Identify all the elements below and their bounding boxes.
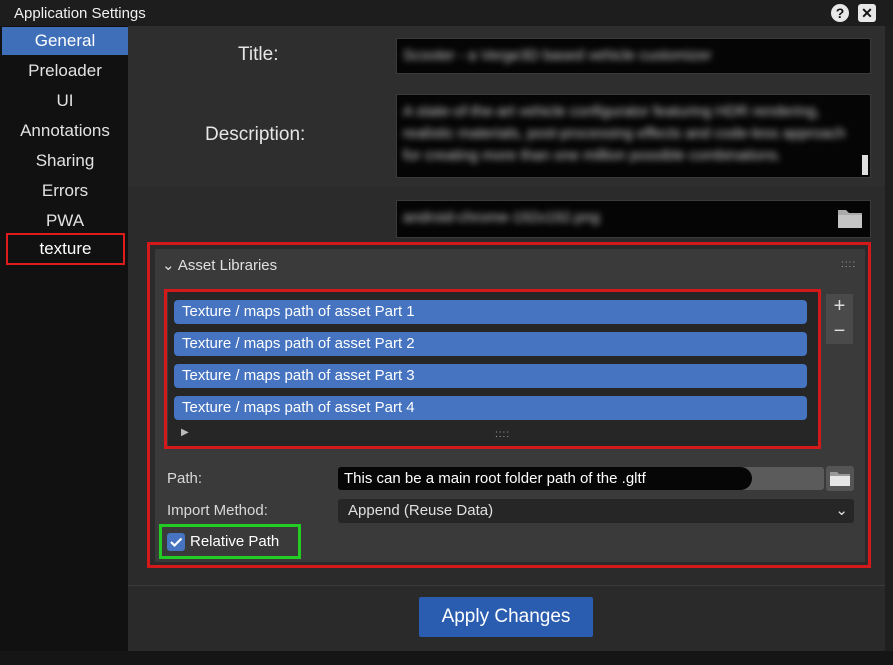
chevron-down-icon: ⌄ (835, 502, 848, 519)
sidebar-item-general[interactable]: General (2, 27, 128, 55)
window-edge (885, 26, 893, 651)
window-bottom-edge (0, 651, 893, 665)
apply-changes-button[interactable]: Apply Changes (419, 597, 593, 637)
path-label: Path: (167, 470, 203, 487)
icon-file-value: android-chrome-192x192.png (403, 209, 600, 226)
path-browse-button[interactable] (826, 466, 854, 491)
title-bar: Application Settings ? ✕ (0, 0, 893, 26)
folder-icon (830, 472, 850, 486)
sidebar-item-sharing[interactable]: Sharing (2, 147, 128, 175)
title-label: Title: (238, 44, 279, 65)
description-textarea[interactable]: A state-of-the-art vehicle configurator … (396, 94, 871, 178)
folder-icon[interactable] (837, 207, 863, 229)
import-method-select[interactable]: Append (Reuse Data) ⌄ (338, 499, 854, 523)
description-value: A state-of-the-art vehicle configurator … (403, 103, 846, 164)
title-value: Scooter - a Verge3D based vehicle custom… (403, 47, 712, 64)
sidebar-item-pwa[interactable]: PWA (2, 207, 128, 235)
path-input[interactable]: This can be a main root folder path of t… (338, 467, 752, 490)
icon-file-input[interactable]: android-chrome-192x192.png (396, 200, 871, 238)
import-method-value: Append (Reuse Data) (348, 502, 494, 519)
close-button[interactable]: ✕ (858, 4, 876, 22)
add-library-button[interactable]: + (826, 294, 853, 319)
remove-library-button[interactable]: − (826, 319, 853, 344)
panel-grip-icon[interactable]: :::: (841, 259, 856, 270)
import-method-label: Import Method: (167, 502, 268, 519)
help-button[interactable]: ? (831, 4, 849, 22)
asset-libraries-title: Asset Libraries (177, 257, 278, 274)
description-label: Description: (205, 124, 306, 145)
sidebar-item-preloader[interactable]: Preloader (2, 57, 128, 85)
sidebar-item-errors[interactable]: Errors (2, 177, 128, 205)
title-input[interactable]: Scooter - a Verge3D based vehicle custom… (396, 38, 871, 74)
sidebar-item-texture[interactable]: texture (6, 233, 125, 265)
asset-libraries-header[interactable]: ⌄ Asset Libraries (162, 256, 277, 274)
window-title: Application Settings (14, 5, 146, 22)
sidebar-item-annotations[interactable]: Annotations (2, 117, 128, 145)
highlight-box-relative-path (159, 524, 301, 559)
sidebar-item-ui[interactable]: UI (2, 87, 128, 115)
highlight-box-library-list (164, 289, 821, 449)
chevron-down-icon: ⌄ (162, 257, 175, 274)
description-scrollbar[interactable] (862, 155, 868, 175)
